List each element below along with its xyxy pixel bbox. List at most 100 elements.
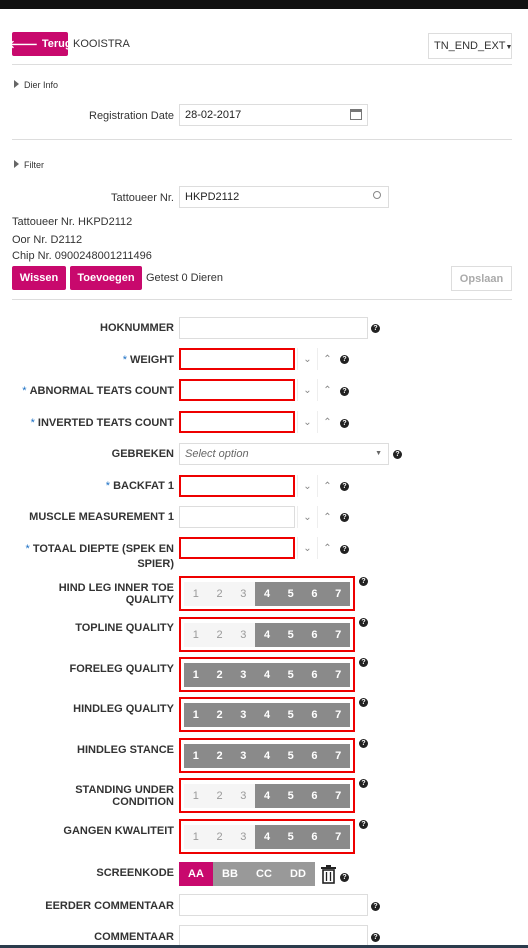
scale-option[interactable]: 7	[326, 784, 351, 808]
scale-option[interactable]: 4	[255, 784, 279, 808]
help-icon[interactable]: ?	[359, 779, 368, 788]
abnormal-teats-spinner[interactable]: ⌄ ⌃	[297, 379, 337, 401]
scale-option[interactable]: 7	[326, 623, 351, 647]
help-icon[interactable]: ?	[371, 324, 380, 333]
scale-option[interactable]: 1	[184, 825, 208, 849]
help-icon[interactable]: ?	[371, 902, 380, 911]
dier-info-toggle[interactable]: Dier Info	[14, 80, 58, 90]
scale-option[interactable]: 5	[278, 744, 303, 768]
eerder-commentaar-input[interactable]	[179, 894, 368, 916]
scale-option[interactable]: 1	[184, 582, 208, 606]
help-icon[interactable]: ?	[340, 513, 349, 522]
help-icon[interactable]: ?	[340, 482, 349, 491]
help-icon[interactable]: ?	[371, 933, 380, 942]
tattoo-search-input[interactable]: HKPD2112	[179, 186, 389, 208]
help-icon[interactable]: ?	[359, 577, 368, 586]
scale-option[interactable]: 3	[231, 582, 256, 606]
scale-option[interactable]: 3	[231, 703, 256, 727]
help-icon[interactable]: ?	[340, 545, 349, 554]
backfat-input[interactable]	[179, 475, 295, 497]
scale-option[interactable]: 7	[326, 703, 351, 727]
help-icon[interactable]: ?	[359, 698, 368, 707]
back-button[interactable]: 🡐 Terug	[8, 32, 72, 56]
scale-option[interactable]: 1	[184, 663, 208, 687]
toevoegen-button[interactable]: Toevoegen	[70, 266, 142, 290]
inverted-teats-spinner[interactable]: ⌄ ⌃	[297, 411, 337, 433]
scale-option[interactable]: 4	[255, 582, 279, 606]
scale-option[interactable]: 6	[302, 784, 327, 808]
scale-option[interactable]: 4	[255, 703, 279, 727]
scale-option[interactable]: 5	[278, 623, 303, 647]
scale-option[interactable]: 2	[207, 825, 232, 849]
scale-option[interactable]: 4	[255, 663, 279, 687]
scale-option[interactable]: 1	[184, 623, 208, 647]
scale-option[interactable]: 3	[231, 744, 256, 768]
scale-option[interactable]: 4	[255, 744, 279, 768]
help-icon[interactable]: ?	[359, 739, 368, 748]
scale-option[interactable]: 3	[231, 623, 256, 647]
scale-option[interactable]: 4	[255, 825, 279, 849]
scale-option[interactable]: 6	[302, 703, 327, 727]
scale-option[interactable]: 7	[326, 582, 351, 606]
search-icon[interactable]	[373, 191, 381, 199]
scale-option[interactable]: 2	[207, 703, 232, 727]
scale-option[interactable]: 2	[207, 744, 232, 768]
scale-option[interactable]: 6	[302, 582, 327, 606]
screenkode-option-aa[interactable]: AA	[179, 862, 213, 886]
scale-option[interactable]: 3	[231, 784, 256, 808]
scale-option[interactable]: 4	[255, 623, 279, 647]
help-icon[interactable]: ?	[340, 419, 349, 428]
scale-option[interactable]: 7	[326, 744, 351, 768]
calendar-icon[interactable]	[350, 109, 362, 120]
scale-option[interactable]: 5	[278, 663, 303, 687]
scale-option[interactable]: 7	[326, 663, 351, 687]
opslaan-button[interactable]: Opslaan	[451, 266, 512, 291]
hoknummer-input[interactable]	[179, 317, 368, 339]
scale-option[interactable]: 2	[207, 623, 232, 647]
chevron-down-icon: ⌄	[297, 411, 317, 433]
weight-spinner[interactable]: ⌄ ⌃	[297, 348, 337, 370]
scale-option[interactable]: 1	[184, 744, 208, 768]
inverted-teats-input[interactable]	[179, 411, 295, 433]
registration-date-input[interactable]: 28-02-2017	[179, 104, 368, 126]
scale-option[interactable]: 3	[231, 663, 256, 687]
scale-option[interactable]: 3	[231, 825, 256, 849]
muscle-input[interactable]	[179, 506, 295, 528]
scale-option[interactable]: 6	[302, 825, 327, 849]
scale-option[interactable]: 1	[184, 703, 208, 727]
help-icon[interactable]: ?	[359, 618, 368, 627]
wissen-button[interactable]: Wissen	[12, 266, 66, 290]
help-icon[interactable]: ?	[393, 450, 402, 459]
scale-option[interactable]: 2	[207, 663, 232, 687]
scale-option[interactable]: 6	[302, 663, 327, 687]
totaal-diepte-spinner[interactable]: ⌄ ⌃	[297, 537, 337, 559]
scale-option[interactable]: 2	[207, 784, 232, 808]
gebreken-select[interactable]: Select option ▼	[179, 443, 389, 465]
scale-option[interactable]: 2	[207, 582, 232, 606]
backfat-spinner[interactable]: ⌄ ⌃	[297, 475, 337, 497]
totaal-diepte-input[interactable]	[179, 537, 295, 559]
help-icon[interactable]: ?	[340, 873, 349, 882]
scale-option[interactable]: 1	[184, 784, 208, 808]
weight-input[interactable]	[179, 348, 295, 370]
commentaar-input[interactable]	[179, 925, 368, 946]
scale-option[interactable]: 5	[278, 784, 303, 808]
scale-option[interactable]: 5	[278, 703, 303, 727]
screenkode-option-dd[interactable]: DD	[281, 862, 315, 886]
muscle-spinner[interactable]: ⌄ ⌃	[297, 506, 337, 528]
help-icon[interactable]: ?	[340, 355, 349, 364]
screenkode-option-bb[interactable]: BB	[213, 862, 247, 886]
abnormal-teats-input[interactable]	[179, 379, 295, 401]
env-select[interactable]: TN_END_EXT▼	[428, 33, 512, 59]
trash-icon[interactable]	[320, 864, 337, 884]
help-icon[interactable]: ?	[359, 658, 368, 667]
scale-option[interactable]: 5	[278, 582, 303, 606]
scale-option[interactable]: 7	[326, 825, 351, 849]
scale-option[interactable]: 5	[278, 825, 303, 849]
help-icon[interactable]: ?	[359, 820, 368, 829]
filter-toggle[interactable]: Filter	[14, 160, 44, 170]
help-icon[interactable]: ?	[340, 387, 349, 396]
scale-option[interactable]: 6	[302, 744, 327, 768]
scale-option[interactable]: 6	[302, 623, 327, 647]
screenkode-option-cc[interactable]: CC	[247, 862, 281, 886]
